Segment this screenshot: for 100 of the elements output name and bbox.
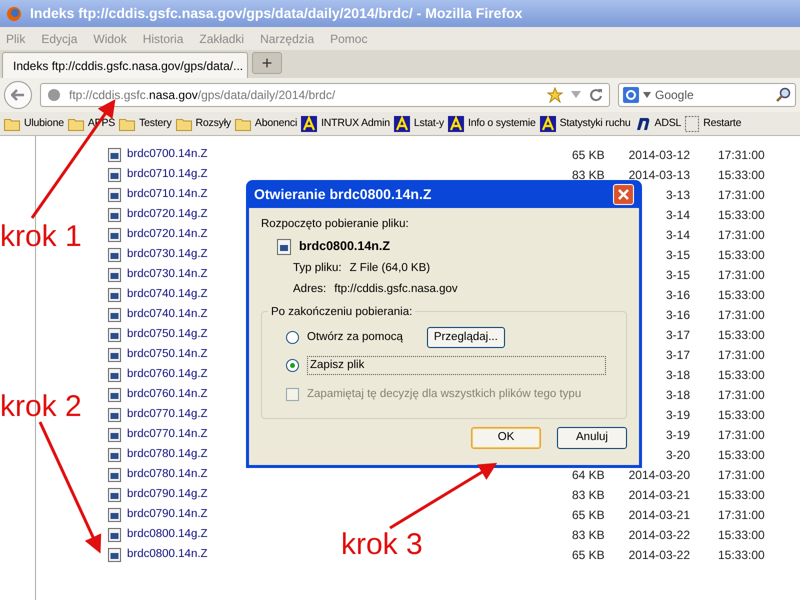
new-tab-button[interactable]: + bbox=[252, 52, 282, 74]
file-time: 15:33:00 bbox=[718, 247, 765, 264]
file-link[interactable]: brdc0780.14n.Z bbox=[127, 466, 217, 484]
file-date: 3-16 bbox=[666, 308, 690, 322]
file-link[interactable]: brdc0770.14n.Z bbox=[127, 426, 217, 444]
file-size: 65 KB bbox=[572, 547, 606, 564]
file-time: 17:31:00 bbox=[718, 467, 765, 484]
file-date: 3-18 bbox=[666, 388, 690, 402]
cancel-button[interactable]: Anuluj bbox=[557, 426, 627, 448]
star-icon[interactable] bbox=[547, 87, 563, 103]
file-icon bbox=[108, 288, 121, 302]
file-icon bbox=[108, 528, 121, 542]
file-time: 17:31:00 bbox=[718, 187, 765, 204]
file-link[interactable]: brdc0750.14g.Z bbox=[127, 326, 217, 344]
file-size: 65 KB bbox=[572, 507, 606, 524]
file-date: 3-15 bbox=[666, 248, 690, 262]
bookmark-item[interactable]: INTRUX Admin bbox=[301, 116, 390, 132]
file-link[interactable]: brdc0800.14n.Z bbox=[127, 546, 217, 564]
search-field[interactable]: Google bbox=[618, 83, 796, 107]
file-link[interactable]: brdc0730.14n.Z bbox=[127, 266, 217, 284]
file-link[interactable]: brdc0740.14n.Z bbox=[127, 306, 217, 324]
file-link[interactable]: brdc0720.14n.Z bbox=[127, 226, 217, 244]
step-label: krok 2 bbox=[0, 392, 82, 422]
close-icon bbox=[618, 188, 629, 200]
radio-button[interactable] bbox=[286, 331, 299, 344]
file-icon bbox=[108, 488, 121, 502]
file-link[interactable]: brdc0790.14g.Z bbox=[127, 486, 217, 504]
file-time: 15:33:00 bbox=[718, 327, 765, 344]
file-icon bbox=[108, 228, 121, 242]
file-link[interactable]: brdc0720.14g.Z bbox=[127, 206, 217, 224]
file-date: 3-17 bbox=[666, 348, 690, 362]
file-size: 83 KB bbox=[572, 527, 606, 544]
reload-icon[interactable] bbox=[589, 88, 603, 102]
file-time: 17:31:00 bbox=[718, 307, 765, 324]
letter-a-icon bbox=[540, 116, 556, 132]
file-icon bbox=[108, 368, 121, 382]
option-label[interactable]: Otwórz za pomocą bbox=[307, 328, 403, 346]
type-value: Z File (64,0 KB) bbox=[350, 261, 430, 276]
file-icon bbox=[108, 148, 121, 162]
window-title: Indeks ftp://cddis.gsfc.nasa.gov/gps/data/daily/2014/brdc/ - Mozilla Firefox bbox=[30, 4, 522, 23]
file-icon bbox=[108, 348, 121, 362]
bookmark-item[interactable]: Statystyki ruchu bbox=[540, 116, 631, 132]
file-link[interactable]: brdc0790.14n.Z bbox=[127, 506, 217, 524]
letter-a-icon bbox=[301, 116, 318, 132]
file-link[interactable]: brdc0760.14n.Z bbox=[127, 386, 217, 404]
step-label: krok 3 bbox=[341, 530, 423, 560]
browser-tab[interactable]: Indeks ftp://cddis.gsfc.nasa.gov/gps/data/... bbox=[2, 52, 248, 78]
file-icon bbox=[108, 448, 121, 462]
file-link[interactable]: brdc0730.14g.Z bbox=[127, 246, 217, 264]
dropdown-arrow-icon[interactable] bbox=[643, 92, 651, 98]
file-date: 3-15 bbox=[666, 268, 690, 282]
option-label[interactable]: Zapisz plik bbox=[307, 356, 606, 376]
file-date: 3-14 bbox=[666, 228, 690, 242]
file-link[interactable]: brdc0800.14g.Z bbox=[127, 526, 217, 544]
bookmark-item[interactable]: Rozsyły bbox=[176, 116, 231, 132]
browse-button[interactable]: Przeglądaj... bbox=[426, 326, 505, 348]
file-icon bbox=[108, 308, 121, 322]
file-icon bbox=[108, 508, 121, 522]
file-link[interactable]: brdc0780.14g.Z bbox=[127, 446, 217, 464]
address-field[interactable]: ftp://cddis.gsfc.nasa.gov/gps/data/daily/2014/brdc/ bbox=[40, 83, 610, 107]
radio-button[interactable] bbox=[286, 359, 299, 372]
search-icon[interactable] bbox=[775, 87, 791, 103]
file-date: 2014-03-13 bbox=[628, 168, 690, 182]
ok-button[interactable]: OK bbox=[471, 426, 541, 448]
file-size: 83 KB bbox=[572, 167, 606, 184]
file-date: 3-13 bbox=[666, 188, 690, 202]
file-icon bbox=[108, 408, 121, 422]
file-link[interactable]: brdc0740.14g.Z bbox=[127, 286, 217, 304]
file-date: 2014-03-22 bbox=[628, 548, 690, 562]
step-label: krok 1 bbox=[0, 222, 82, 252]
file-link[interactable]: brdc0760.14g.Z bbox=[127, 366, 217, 384]
folder-icon bbox=[4, 116, 20, 130]
bookmark-item[interactable]: Testery bbox=[119, 116, 172, 132]
file-icon bbox=[108, 208, 121, 222]
bookmark-item[interactable]: Ulubione bbox=[4, 116, 64, 132]
file-link[interactable]: brdc0770.14g.Z bbox=[127, 406, 217, 424]
file-time: 17:31:00 bbox=[718, 507, 765, 524]
file-date: 2014-03-22 bbox=[628, 528, 690, 542]
bookmark-item[interactable]: ADSL bbox=[634, 116, 682, 132]
bookmark-item[interactable]: Lstat-y bbox=[394, 116, 444, 132]
bookmark-item[interactable]: Restarte bbox=[685, 116, 742, 132]
file-date: 3-14 bbox=[666, 208, 690, 222]
bookmark-item[interactable]: Info o systemie bbox=[448, 116, 536, 132]
file-link[interactable]: brdc0710.14g.Z bbox=[127, 166, 217, 184]
file-time: 15:33:00 bbox=[718, 207, 765, 224]
file-icon bbox=[108, 388, 121, 402]
bookmark-item[interactable]: Abonenci bbox=[234, 116, 298, 132]
back-button[interactable] bbox=[4, 81, 32, 109]
file-icon bbox=[108, 248, 121, 262]
file-link[interactable]: brdc0710.14n.Z bbox=[127, 186, 217, 204]
file-date: 3-20 bbox=[666, 448, 690, 462]
file-size: 83 KB bbox=[572, 487, 606, 504]
file-time: 17:31:00 bbox=[718, 267, 765, 284]
folder-icon bbox=[176, 116, 192, 130]
dialog-title: Otwieranie brdc0800.14n.Z bbox=[254, 184, 432, 204]
file-time: 17:31:00 bbox=[718, 347, 765, 364]
address-value: ftp://cddis.gsfc.nasa.gov bbox=[334, 282, 458, 298]
file-link[interactable]: brdc0700.14n.Z bbox=[127, 146, 217, 164]
close-button[interactable] bbox=[613, 184, 634, 204]
file-link[interactable]: brdc0750.14n.Z bbox=[127, 346, 217, 364]
